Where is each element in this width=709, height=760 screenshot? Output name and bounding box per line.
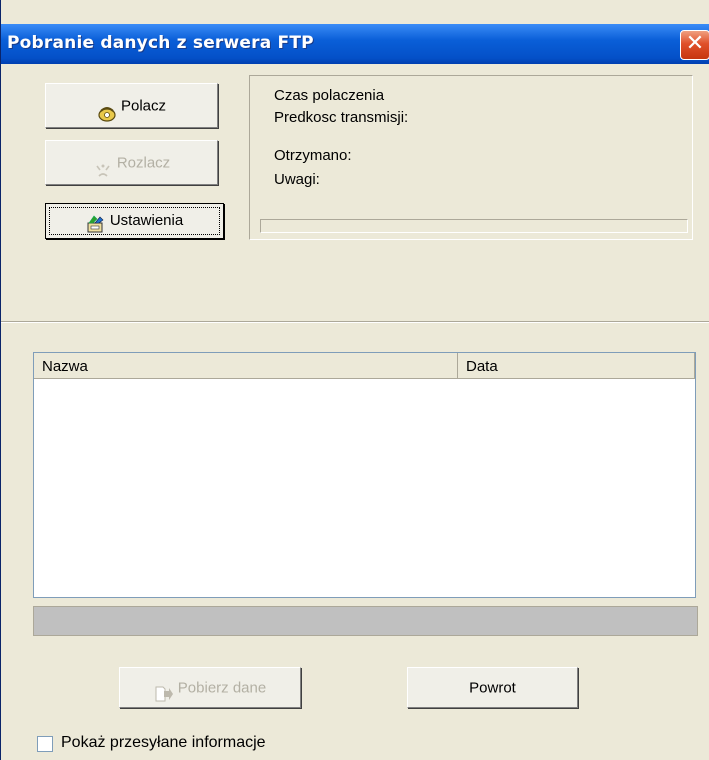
download-button[interactable]: Pobierz dane xyxy=(119,667,301,708)
file-list[interactable]: Nazwa Data xyxy=(33,352,696,598)
column-header-name[interactable]: Nazwa xyxy=(34,353,458,379)
title-bar[interactable]: Pobranie danych z serwera FTP ✕ xyxy=(1,24,709,64)
show-transfer-info-checkbox[interactable] xyxy=(37,736,53,752)
window-title: Pobranie danych z serwera FTP xyxy=(7,33,314,53)
back-button-label: Powrot xyxy=(469,679,516,697)
phone-icon xyxy=(97,97,117,122)
hangup-icon xyxy=(93,154,113,177)
download-button-label: Pobierz dane xyxy=(177,679,267,697)
download-icon xyxy=(154,679,174,702)
disconnect-button-label: Rozlacz xyxy=(116,154,171,172)
connect-button[interactable]: Polacz xyxy=(45,83,218,128)
download-progress-bar xyxy=(33,606,698,636)
transfer-speed-label: Predkosc transmisji: xyxy=(274,109,409,126)
close-icon: ✕ xyxy=(685,31,705,56)
ftp-download-dialog: Pobranie danych z serwera FTP ✕ Polacz R… xyxy=(0,0,709,760)
column-header-date[interactable]: Data xyxy=(458,353,695,379)
close-button[interactable]: ✕ xyxy=(680,30,709,60)
settings-button-label: Ustawienia xyxy=(109,212,184,230)
connect-button-label: Polacz xyxy=(120,97,167,115)
connection-info-panel: Czas polaczenia Predkosc transmisji: Otr… xyxy=(249,75,693,240)
connection-time-label: Czas polaczenia xyxy=(274,87,385,104)
received-label: Otrzymano: xyxy=(274,147,352,164)
back-button[interactable]: Powrot xyxy=(407,667,578,708)
show-transfer-info-label[interactable]: Pokaż przesyłane informacje xyxy=(61,734,266,752)
notes-label: Uwagi: xyxy=(274,171,320,188)
settings-button[interactable]: Ustawienia xyxy=(45,203,224,239)
section-divider xyxy=(1,321,709,323)
connection-progress-bar xyxy=(260,219,688,233)
settings-icon xyxy=(86,212,106,233)
disconnect-button[interactable]: Rozlacz xyxy=(45,140,218,185)
